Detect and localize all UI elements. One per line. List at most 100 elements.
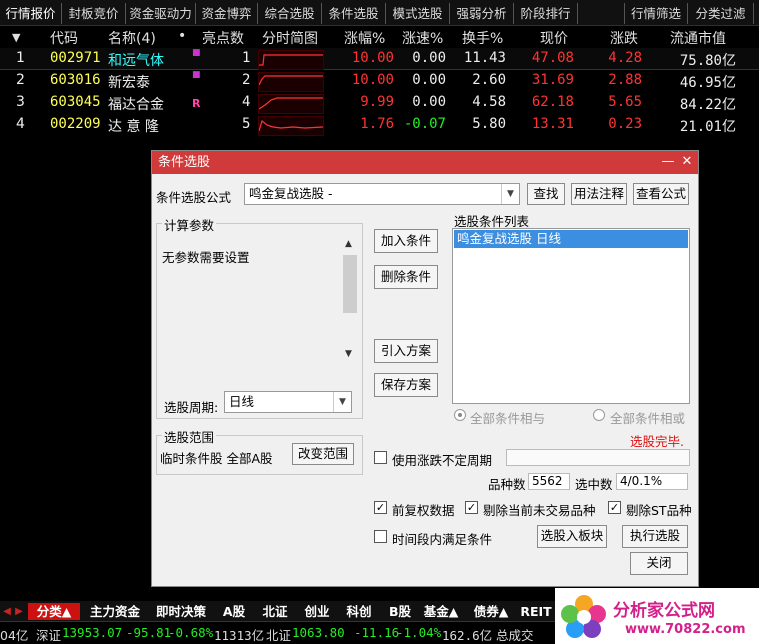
- formula-label: 条件选股公式: [156, 190, 232, 205]
- bz-volume: 162.6亿: [442, 628, 493, 643]
- list-item[interactable]: 鸣金复战选股 日线: [454, 230, 688, 248]
- tab-condition-pick[interactable]: 条件选股: [322, 3, 386, 24]
- tab-period-ranking[interactable]: 阶段排行: [514, 3, 578, 24]
- sort-arrow-icon[interactable]: ▼: [12, 31, 20, 44]
- tab-capital-game[interactable]: 资金博弈: [196, 3, 258, 24]
- col-change-pct[interactable]: 涨幅%: [344, 28, 385, 48]
- site-logo: 分析家公式网 www.70822.com: [555, 588, 759, 644]
- tab-reit[interactable]: REIT: [518, 603, 554, 620]
- chevron-down-icon[interactable]: ▼: [501, 184, 519, 204]
- row-float-cap: 21.01亿: [679, 119, 736, 135]
- variable-period-field[interactable]: [506, 449, 690, 466]
- and-radio-label: 全部条件相与: [470, 411, 546, 426]
- row-change: 2.88: [608, 72, 642, 88]
- tab-a-shares[interactable]: A股: [216, 603, 252, 620]
- bz-change: -11.16: [354, 625, 400, 640]
- tab-quote-filter[interactable]: 行情筛选: [624, 3, 688, 24]
- period-select-value: 日线: [229, 394, 255, 409]
- col-change[interactable]: 涨跌: [610, 28, 638, 48]
- condition-list[interactable]: 鸣金复战选股 日线: [452, 228, 690, 404]
- tab-limit-auction[interactable]: 封板竞价: [62, 3, 126, 24]
- row-code: 603045: [50, 94, 101, 110]
- exclude-untraded-checkbox[interactable]: ✓: [465, 501, 478, 514]
- view-formula-button[interactable]: 查看公式: [633, 183, 689, 205]
- flower-logo-icon: [561, 595, 606, 638]
- and-radio[interactable]: [454, 409, 466, 421]
- tab-pattern-pick[interactable]: 模式选股: [386, 3, 450, 24]
- tab-comprehensive-pick[interactable]: 综合选股: [258, 3, 322, 24]
- logo-title: 分析家公式网: [613, 601, 715, 621]
- period-select[interactable]: 日线 ▼: [224, 391, 352, 413]
- sz-change: -95.81: [126, 625, 172, 640]
- col-dot: •: [178, 28, 187, 44]
- row-name: 和远气体: [108, 53, 164, 69]
- scroll-down-icon[interactable]: ▼: [345, 349, 352, 359]
- col-highlights[interactable]: 亮点数: [202, 28, 244, 48]
- row-price: 31.69: [531, 72, 574, 88]
- usage-notes-button[interactable]: 用法注释: [571, 183, 627, 205]
- count-field: 5562: [528, 473, 570, 490]
- time-range-checkbox[interactable]: [374, 530, 387, 543]
- col-code[interactable]: 代码: [50, 28, 78, 48]
- tab-star[interactable]: 科创: [340, 603, 378, 620]
- row-float-cap: 84.22亿: [679, 97, 736, 113]
- params-scrollbar[interactable]: ▲ ▼: [342, 239, 358, 363]
- col-name[interactable]: 名称(4): [108, 28, 156, 48]
- scroll-right-icon[interactable]: ▶: [14, 603, 24, 620]
- delete-condition-button[interactable]: 删除条件: [374, 265, 438, 289]
- col-intraday[interactable]: 分时简图: [262, 28, 318, 48]
- change-range-button[interactable]: 改变范围: [292, 443, 354, 465]
- close-icon[interactable]: ✕: [679, 154, 695, 170]
- tab-chinext[interactable]: 创业: [298, 603, 336, 620]
- table-row[interactable]: 4 002209 达 意 隆 5 1.76 -0.07 5.80 13.31 0…: [0, 114, 759, 136]
- table-row[interactable]: 2 603016 新宏泰 ■ 2 10.00 0.00 2.60 31.69 2…: [0, 70, 759, 92]
- tab-funds[interactable]: 基金▲: [418, 603, 464, 620]
- or-radio[interactable]: [593, 409, 605, 421]
- col-speed[interactable]: 涨速%: [402, 28, 443, 48]
- tab-bonds[interactable]: 债券▲: [468, 603, 514, 620]
- execute-pick-button[interactable]: 执行选股: [622, 525, 688, 548]
- exclude-st-checkbox[interactable]: ✓: [608, 501, 621, 514]
- dialog-titlebar[interactable]: 条件选股 — ✕: [152, 151, 698, 174]
- col-turnover[interactable]: 换手%: [462, 28, 503, 48]
- table-row[interactable]: 1 002971 和远气体 ■ 1 10.00 0.00 11.43 47.08…: [0, 48, 759, 70]
- import-scheme-button[interactable]: 引入方案: [374, 339, 438, 363]
- scroll-thumb[interactable]: [343, 255, 357, 313]
- intraday-sparkline: [258, 50, 324, 70]
- tab-capital-drive[interactable]: 资金驱动力: [126, 3, 196, 24]
- bz-value: 1063.80: [292, 625, 345, 640]
- chevron-down-icon[interactable]: ▼: [333, 392, 351, 412]
- variable-period-checkbox[interactable]: [374, 451, 387, 464]
- formula-select[interactable]: 鸣金复战选股 - ▼: [244, 183, 520, 205]
- r-mark-badge: R: [192, 97, 201, 110]
- table-row[interactable]: 3 603045 福达合金 R 4 9.99 0.00 4.58 62.18 5…: [0, 92, 759, 114]
- close-button[interactable]: 关闭: [630, 552, 688, 575]
- tab-main-capital[interactable]: 主力资金: [84, 603, 146, 620]
- adjusted-data-checkbox[interactable]: ✓: [374, 501, 387, 514]
- row-highlights: 5: [242, 116, 251, 132]
- save-scheme-button[interactable]: 保存方案: [374, 373, 438, 397]
- row-turnover: 4.58: [472, 94, 506, 110]
- scroll-up-icon[interactable]: ▲: [345, 239, 352, 249]
- add-condition-button[interactable]: 加入条件: [374, 229, 438, 253]
- row-code: 002971: [50, 50, 101, 66]
- adjusted-data-label: 前复权数据: [392, 503, 455, 518]
- tab-b-shares[interactable]: B股: [382, 603, 418, 620]
- row-speed: 0.00: [412, 72, 446, 88]
- col-price[interactable]: 现价: [540, 28, 568, 48]
- scroll-left-icon[interactable]: ◀: [2, 603, 12, 620]
- add-to-board-button[interactable]: 选股入板块: [537, 525, 607, 548]
- tab-instant-decision[interactable]: 即时决策: [150, 603, 212, 620]
- dialog-title: 条件选股: [158, 155, 211, 170]
- col-float-cap[interactable]: 流通市值: [670, 28, 726, 48]
- tab-category[interactable]: 分类▲: [28, 603, 80, 620]
- tab-strength-analysis[interactable]: 强弱分析: [450, 3, 514, 24]
- tab-quotes[interactable]: 行情报价: [0, 3, 62, 24]
- row-code: 002209: [50, 116, 101, 132]
- find-button[interactable]: 查找: [527, 183, 565, 205]
- minimize-icon[interactable]: —: [660, 154, 676, 170]
- row-speed: 0.00: [412, 50, 446, 66]
- row-index: 1: [16, 50, 25, 66]
- tab-category-filter[interactable]: 分类过滤: [688, 3, 754, 24]
- tab-bse[interactable]: 北证: [256, 603, 294, 620]
